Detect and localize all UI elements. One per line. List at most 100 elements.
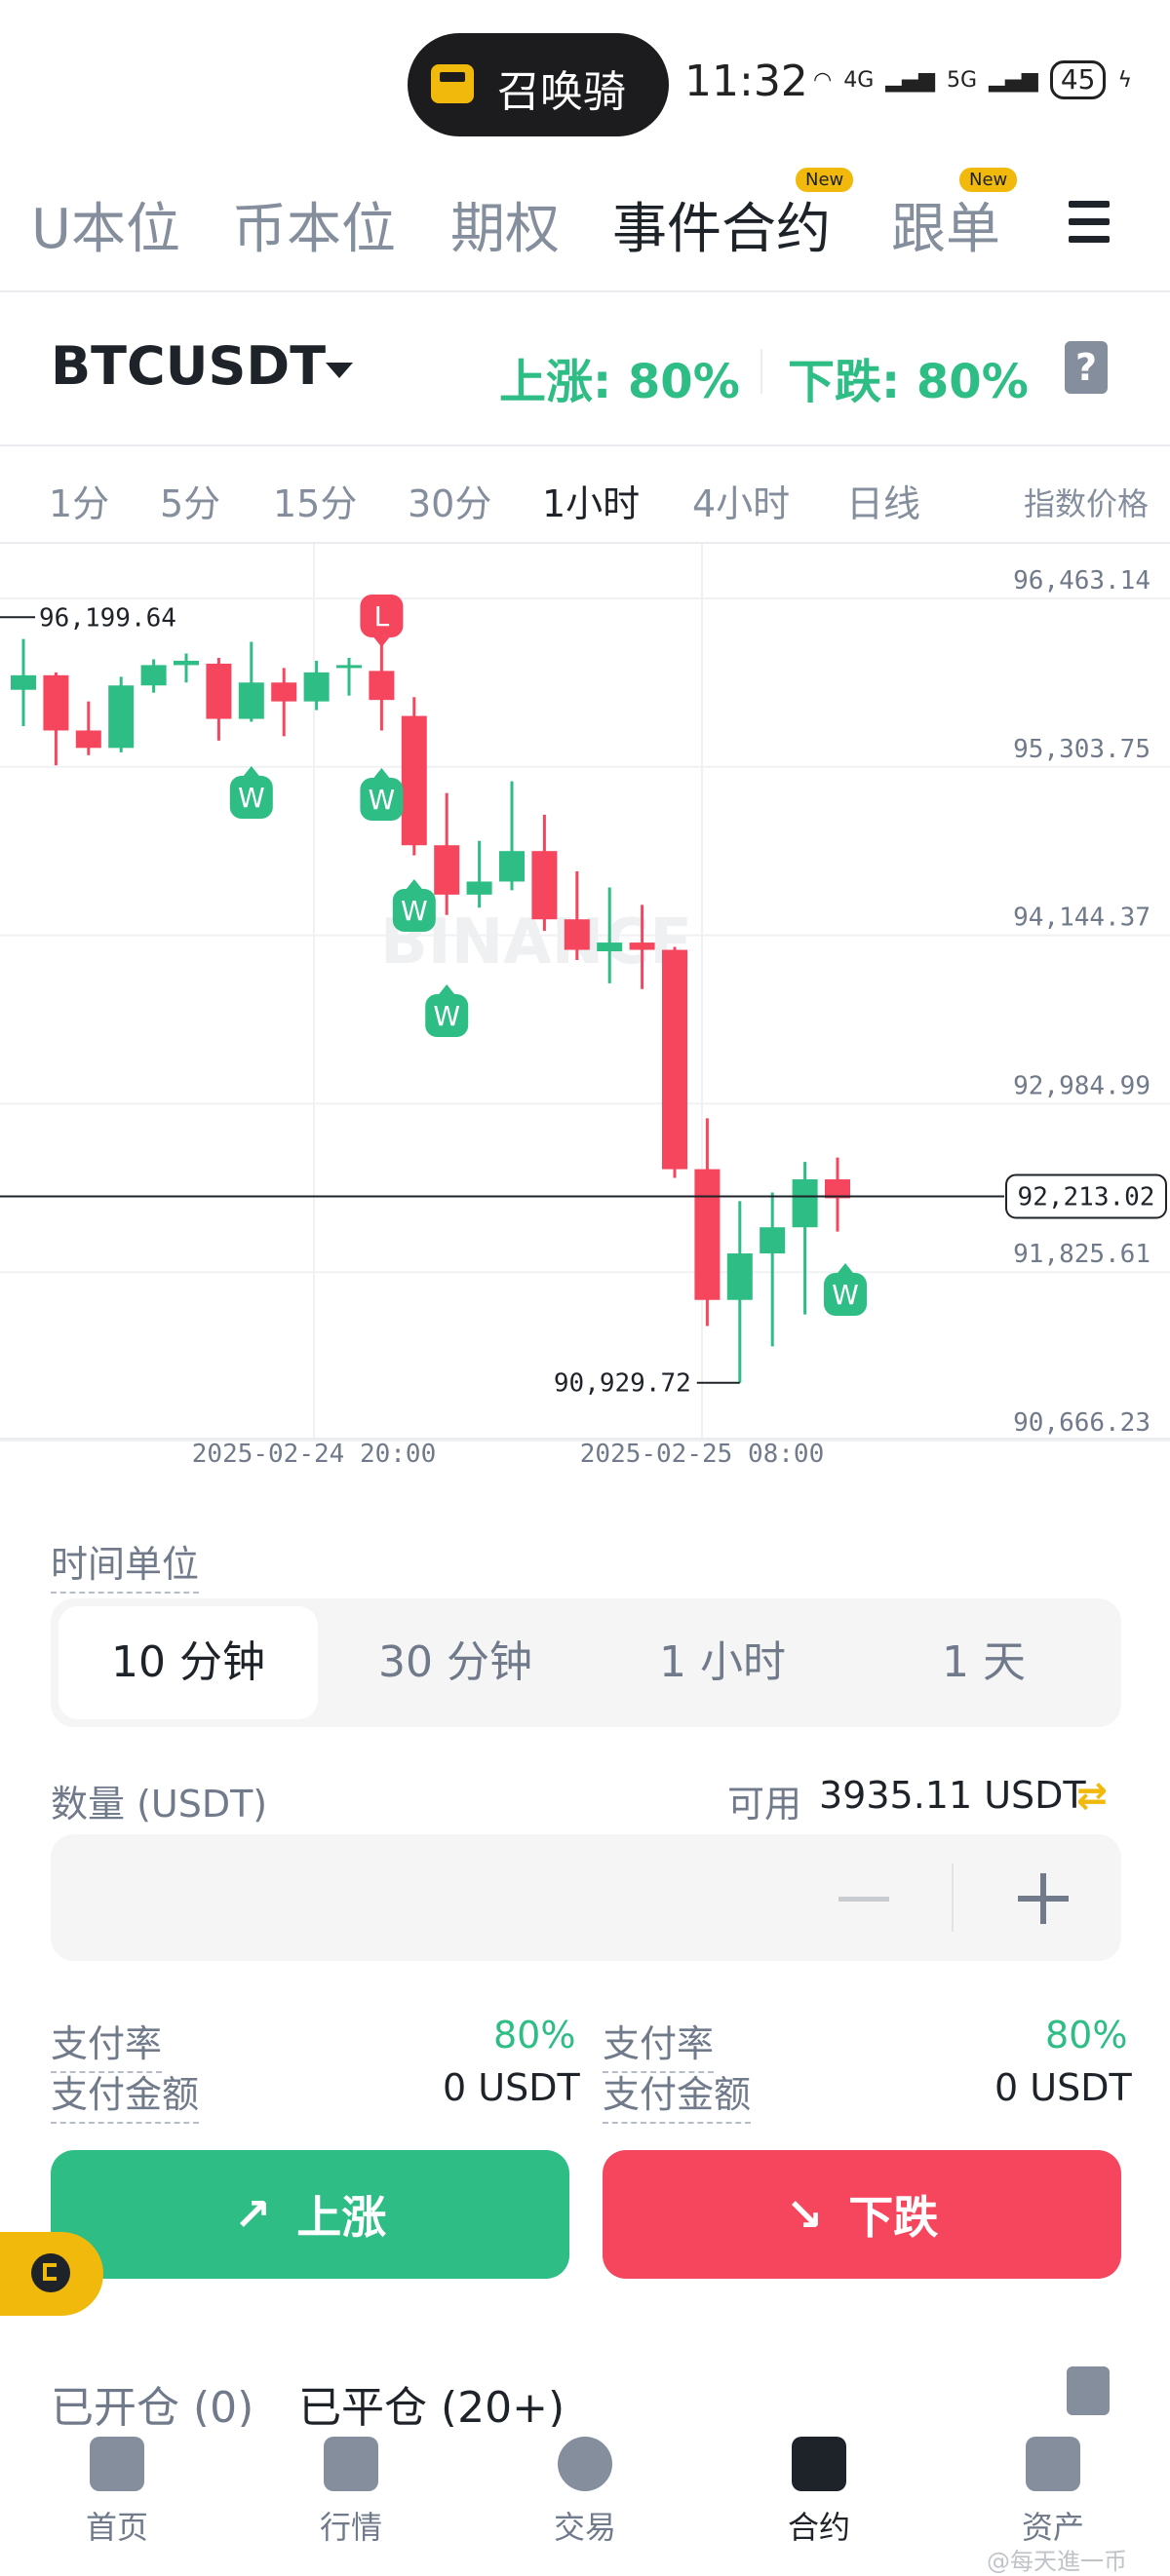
symbol-selector[interactable]: BTCUSDT — [51, 335, 326, 397]
menu-icon[interactable] — [1069, 201, 1110, 253]
win-marker-pointer — [406, 879, 422, 889]
buy-up-button[interactable]: ↗ 上涨 — [51, 2150, 569, 2279]
candle-body — [206, 663, 232, 719]
time-unit-label: 时间单位 — [51, 1534, 200, 1594]
win-marker: W — [824, 1263, 867, 1316]
x-axis: 2025-02-24 20:00 2025-02-25 08:00 — [192, 1440, 824, 1469]
left-amount-value: 0 USDT — [443, 2066, 580, 2109]
long-marker-pointer — [373, 637, 390, 647]
separator — [760, 349, 762, 394]
history-icon[interactable] — [1067, 2366, 1110, 2415]
available-label: 可用 — [727, 1783, 802, 1826]
divider — [0, 290, 1170, 292]
nav-futures[interactable]: 合约 — [751, 2437, 887, 2548]
candle-body — [271, 682, 297, 702]
unit-1h[interactable]: 1 小时 — [593, 1606, 852, 1719]
buy-down-button[interactable]: ↘ 下跌 — [603, 2150, 1121, 2279]
candle-body — [726, 1253, 753, 1300]
y-tick-label: 92,984.99 — [1013, 1071, 1150, 1100]
status-time: 11:32 — [684, 57, 808, 106]
floating-action-button[interactable] — [0, 2232, 103, 2316]
wallet-icon — [1026, 2437, 1080, 2491]
nav-home[interactable]: 首页 — [49, 2437, 185, 2548]
nav-assets[interactable]: 资产 — [985, 2437, 1121, 2548]
unit-10m[interactable]: 10 分钟 — [58, 1606, 318, 1719]
y-tick-label: 90,666.23 — [1013, 1408, 1150, 1438]
y-tick-label: 94,144.37 — [1013, 904, 1150, 933]
nav-markets[interactable]: 行情 — [283, 2437, 419, 2548]
interval-15m[interactable]: 15分 — [273, 474, 357, 527]
win-marker-label: W — [369, 784, 396, 816]
tab-options[interactable]: 期权 — [450, 185, 560, 264]
win-marker: W — [425, 984, 469, 1037]
left-amount-label: 支付金额 — [51, 2064, 200, 2124]
tab-copy-trading[interactable]: 跟单 — [891, 185, 1000, 264]
unit-30m[interactable]: 30 分钟 — [326, 1606, 585, 1719]
chart-overlays: 96,199.64 90,929.72 92,213.02 L W W W W W — [0, 595, 1167, 1399]
unit-1d[interactable]: 1 天 — [854, 1606, 1113, 1719]
quantity-label: 数量 (USDT) — [51, 1783, 268, 1826]
chart-grid — [0, 544, 1170, 1442]
win-marker-pointer — [838, 1263, 853, 1273]
futures-logo-icon — [31, 2253, 70, 2292]
win-marker: W — [360, 768, 404, 821]
decrement-button[interactable] — [838, 1897, 889, 1902]
swap-icon[interactable]: ⇄ — [1076, 1774, 1108, 1817]
charging-icon: ϟ — [1117, 67, 1132, 93]
battery-level: 45 — [1049, 60, 1107, 99]
candlestick-chart[interactable]: BINANCE 96,463.1495,303.7594,144.3792,98… — [0, 544, 1170, 1478]
tab-open-positions[interactable]: 已开仓 (0) — [51, 2372, 254, 2435]
app-icon — [431, 64, 474, 103]
index-price-toggle[interactable]: 指数价格 — [1024, 480, 1149, 524]
tab-u-margined[interactable]: U本位 — [31, 185, 180, 264]
wifi-icon: ◠ — [813, 67, 833, 93]
plus-icon[interactable] — [1040, 1873, 1046, 1924]
trade-icon — [558, 2437, 612, 2491]
tab-closed-positions[interactable]: 已平仓 (20+) — [298, 2372, 565, 2435]
amount-input[interactable] — [51, 1834, 1121, 1961]
candle-body — [792, 1179, 818, 1228]
long-marker: L — [360, 595, 404, 647]
right-amount-value: 0 USDT — [994, 2066, 1132, 2109]
candle-body — [629, 942, 655, 950]
interval-1d[interactable]: 日线 — [846, 474, 920, 527]
interval-1m[interactable]: 1分 — [49, 474, 109, 527]
right-amount-label: 支付金额 — [603, 2064, 752, 2124]
candle-body — [597, 942, 623, 952]
win-marker-pointer — [373, 768, 390, 778]
network-4g: 4G — [843, 67, 875, 93]
available-balance: 3935.11 USDT — [819, 1774, 1086, 1817]
candle-body — [75, 730, 101, 749]
win-marker-label: W — [832, 1279, 859, 1311]
x-tick-label: 2025-02-24 20:00 — [192, 1440, 436, 1469]
interval-5m[interactable]: 5分 — [160, 474, 220, 527]
low-price-label: 90,929.72 — [554, 1369, 691, 1399]
interval-1h[interactable]: 1小时 — [542, 474, 640, 527]
y-tick-label: 95,303.75 — [1013, 735, 1150, 764]
interval-30m[interactable]: 30分 — [408, 474, 491, 527]
help-icon[interactable]: ? — [1065, 341, 1108, 394]
candle-body — [108, 685, 135, 749]
interval-4h[interactable]: 4小时 — [692, 474, 790, 527]
candle-body — [11, 674, 36, 690]
long-marker-label: L — [374, 600, 390, 633]
tab-event-contract[interactable]: 事件合约 — [612, 185, 831, 264]
candle-body — [499, 851, 525, 882]
home-icon — [90, 2437, 144, 2491]
futures-icon — [792, 2437, 846, 2491]
y-axis: 96,463.14 95,303.75 94,144.37 92,984.99 91,8… — [1013, 566, 1150, 1438]
tab-coin-margined[interactable]: 币本位 — [232, 185, 396, 264]
time-unit-selector: 10 分钟 30 分钟 1 小时 1 天 — [51, 1598, 1121, 1727]
signal-icon: ▂▄▆ — [885, 67, 936, 93]
arrow-down-right-icon: ↘ — [785, 2188, 824, 2241]
candle-body — [531, 851, 558, 920]
win-marker-label: W — [238, 782, 265, 814]
candle-body — [43, 674, 69, 731]
candle-body — [662, 949, 687, 1170]
win-marker: W — [392, 879, 436, 932]
arrow-up-right-icon: ↗ — [233, 2188, 272, 2241]
chevron-down-icon[interactable] — [326, 363, 353, 378]
nav-trade[interactable]: 交易 — [517, 2437, 653, 2548]
network-5g: 5G — [947, 67, 978, 93]
candle-body — [434, 845, 460, 895]
